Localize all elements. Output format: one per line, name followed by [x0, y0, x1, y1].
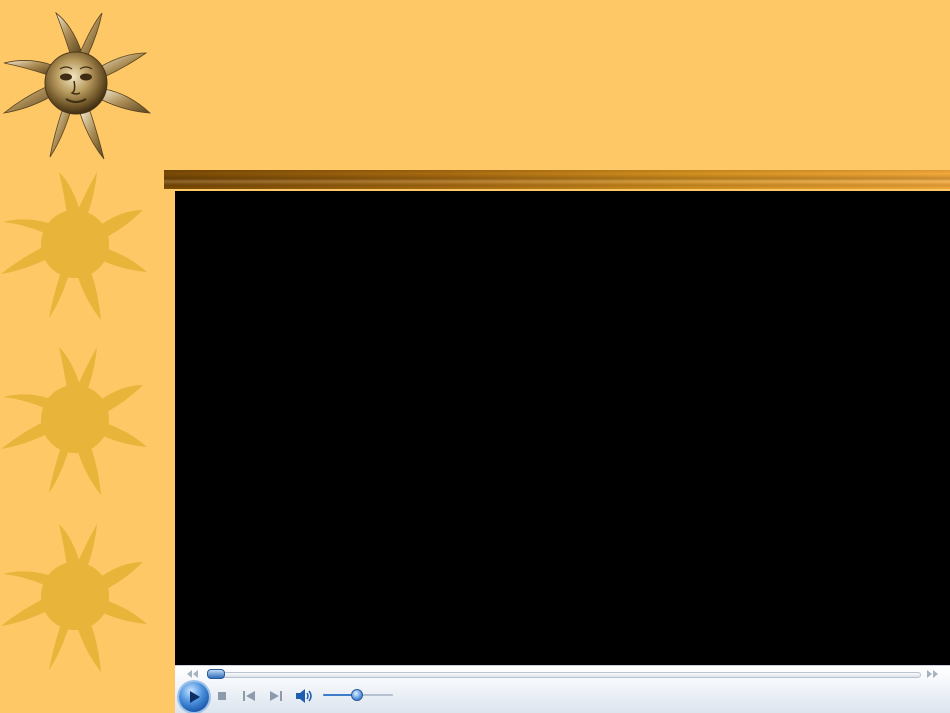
skip-next-icon	[270, 691, 282, 701]
speaker-icon	[296, 689, 312, 703]
sun-icon	[1, 524, 147, 672]
sun-icon	[1, 347, 147, 495]
presentation-slide	[0, 0, 950, 713]
previous-button[interactable]	[241, 689, 257, 703]
sun-icon	[1, 172, 147, 320]
stop-button[interactable]	[214, 689, 230, 703]
seek-bar[interactable]	[207, 672, 921, 678]
video-display-area[interactable]	[175, 191, 950, 665]
media-player[interactable]	[175, 191, 950, 713]
fast-forward-icon[interactable]	[926, 669, 940, 679]
sun-face-emblem-icon	[2, 11, 152, 160]
gradient-divider-bar	[164, 170, 950, 189]
play-icon	[190, 691, 200, 703]
stop-icon	[218, 692, 226, 700]
player-controls-bar	[175, 665, 950, 713]
next-button[interactable]	[268, 689, 284, 703]
skip-previous-icon	[243, 691, 255, 701]
mute-button[interactable]	[295, 689, 315, 703]
seek-handle[interactable]	[207, 669, 225, 679]
rewind-icon[interactable]	[185, 669, 199, 679]
play-button[interactable]	[179, 682, 209, 712]
volume-handle[interactable]	[351, 689, 363, 701]
